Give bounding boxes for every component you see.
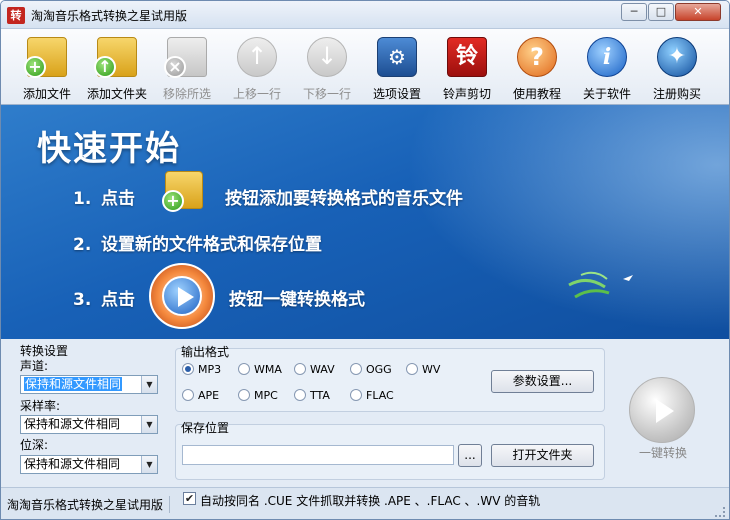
sample-rate-label: 采样率: <box>20 399 61 413</box>
about-button[interactable]: i 关于软件 <box>573 33 641 103</box>
settings-panel: 转换设置 声道: 保持和源文件相同 ▼ 采样率: 保持和源文件相同 ▼ 位深: 保持… <box>1 339 729 487</box>
window-title: 淘淘音乐格式转换之星试用版 <box>31 9 188 23</box>
convert-icon <box>149 263 215 329</box>
format-radio-wav[interactable]: WAV <box>294 363 335 376</box>
help-icon: ? <box>517 37 557 77</box>
output-format-heading: 输出格式 <box>181 345 230 359</box>
toolbar: + 添加文件 ↑ 添加文件夹 × 移除所选 ↑ 上移一行 ↓ 下移一行 ⚙ 选项… <box>1 29 729 105</box>
sample-rate-select[interactable]: 保持和源文件相同 ▼ <box>20 415 158 434</box>
step-1-text: 按钮添加要转换格式的音乐文件 <box>225 189 463 209</box>
status-app-name: 淘淘音乐格式转换之星试用版 <box>7 496 171 513</box>
ringtone-icon: 铃 <box>447 37 487 77</box>
help-button[interactable]: ? 使用教程 <box>503 33 571 103</box>
step-3: 3. 点击 <box>73 290 135 310</box>
quick-start-title: 快速开始 <box>37 129 181 169</box>
move-down-button[interactable]: ↓ 下移一行 <box>293 33 361 103</box>
ringtone-label: 铃声剪切 <box>442 87 491 101</box>
settings-icon: ⚙ <box>377 37 417 77</box>
bit-depth-select[interactable]: 保持和源文件相同 ▼ <box>20 455 158 474</box>
ringtone-button[interactable]: 铃 铃声剪切 <box>433 33 501 103</box>
params-settings-button[interactable]: 参数设置... <box>491 370 594 393</box>
info-icon: i <box>587 37 627 77</box>
minimize-button[interactable]: ─ <box>621 3 647 21</box>
close-button[interactable]: ✕ <box>675 3 721 21</box>
play-icon <box>656 399 674 423</box>
step-1: 1. 点击 <box>73 189 135 209</box>
browse-button[interactable]: ... <box>458 444 482 467</box>
remove-icon: × <box>164 37 207 78</box>
remove-selected-label: 移除所选 <box>162 87 211 101</box>
quick-start-banner: 快速开始 1. 点击 + 按钮添加要转换格式的音乐文件 2. 设置新的文件格式和保存… <box>1 105 729 339</box>
one-click-convert-label: 一键转换 <box>638 446 687 460</box>
register-label: 注册购买 <box>652 87 701 101</box>
add-folder-icon: ↑ <box>94 37 137 78</box>
save-path-input[interactable] <box>182 445 454 465</box>
help-label: 使用教程 <box>512 87 561 101</box>
globe-icon: ✦ <box>657 37 697 77</box>
chevron-down-icon: ▼ <box>141 416 157 433</box>
app-icon[interactable]: 转 <box>7 7 25 24</box>
add-file-icon: + <box>24 37 67 78</box>
format-radio-wma[interactable]: WMA <box>238 363 282 376</box>
one-click-convert-button[interactable] <box>629 377 695 443</box>
remove-selected-button[interactable]: × 移除所选 <box>153 33 221 103</box>
channel-select[interactable]: 保持和源文件相同 ▼ <box>20 375 158 394</box>
format-radio-mp3[interactable]: MP3 <box>182 363 221 376</box>
save-location-heading: 保存位置 <box>181 421 230 435</box>
chevron-down-icon: ▼ <box>141 376 157 393</box>
maximize-button[interactable]: □ <box>648 3 674 21</box>
options-label: 选项设置 <box>372 87 421 101</box>
bit-depth-label: 位深: <box>20 438 49 452</box>
move-down-label: 下移一行 <box>302 87 351 101</box>
add-file-button[interactable]: + 添加文件 <box>13 33 81 103</box>
bamboo-decoration-icon <box>568 271 633 299</box>
add-file-label: 添加文件 <box>22 87 71 101</box>
format-radio-flac[interactable]: FLAC <box>350 389 394 402</box>
arrow-down-icon: ↓ <box>307 37 347 77</box>
format-radio-mpc[interactable]: MPC <box>238 389 278 402</box>
add-folder-button[interactable]: ↑ 添加文件夹 <box>83 33 151 103</box>
move-up-label: 上移一行 <box>232 87 281 101</box>
resize-grip-icon[interactable] <box>715 507 725 517</box>
main-window: 转 淘淘音乐格式转换之星试用版 ─ □ ✕ + 添加文件 ↑ 添加文件夹 × 移… <box>0 0 730 520</box>
step-3-text: 按钮一键转换格式 <box>229 290 365 310</box>
format-radio-ape[interactable]: APE <box>182 389 219 402</box>
auto-cue-label: 自动按同名 .CUE 文件抓取并转换 .APE 、.FLAC 、.WV 的音轨 <box>200 494 541 508</box>
step-2: 2. 设置新的文件格式和保存位置 <box>73 235 322 255</box>
add-folder-label: 添加文件夹 <box>86 87 147 101</box>
about-label: 关于软件 <box>582 87 631 101</box>
options-button[interactable]: ⚙ 选项设置 <box>363 33 431 103</box>
move-up-button[interactable]: ↑ 上移一行 <box>223 33 291 103</box>
format-radio-wv[interactable]: WV <box>406 363 440 376</box>
channel-label: 声道: <box>20 359 49 373</box>
arrow-up-icon: ↑ <box>237 37 277 77</box>
format-radio-tta[interactable]: TTA <box>294 389 330 402</box>
chevron-down-icon: ▼ <box>141 456 157 473</box>
auto-cue-checkbox[interactable]: ✔ <box>183 492 196 505</box>
add-file-icon: + <box>162 171 203 212</box>
title-bar[interactable]: 转 淘淘音乐格式转换之星试用版 ─ □ ✕ <box>1 1 729 29</box>
open-folder-button[interactable]: 打开文件夹 <box>491 444 594 467</box>
register-button[interactable]: ✦ 注册购买 <box>643 33 711 103</box>
format-radio-ogg[interactable]: OGG <box>350 363 392 376</box>
